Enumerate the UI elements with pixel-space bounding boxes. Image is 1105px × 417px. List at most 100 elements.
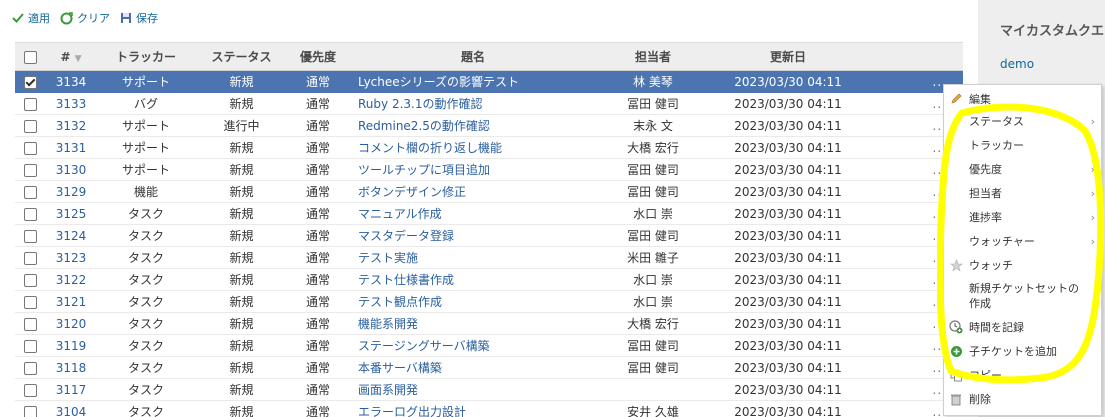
issue-id-link[interactable]: 3123 [45,246,97,269]
issue-id-link[interactable]: 3131 [45,136,97,159]
issue-id-link[interactable]: 3118 [45,356,97,379]
issue-subject-link[interactable]: 画面系開発 [348,378,598,401]
column-header-updated[interactable]: 更新日 [708,42,868,71]
context-menu-add-subtask[interactable]: 子チケットを追加 [944,341,1101,361]
apply-button[interactable]: 適用 [12,10,50,26]
select-all-checkbox-cell[interactable] [15,42,45,71]
table-row[interactable]: 3121 タスク 新規 通常 テスト観点作成 水口 崇 2023/03/30 04:11..… [15,290,963,313]
table-row[interactable]: 3129 機能 新規 通常 ボタンデザイン修正 冨田 健司 2023/03/30 04:11… [15,180,963,203]
row-checkbox-cell[interactable] [15,312,45,335]
table-row[interactable]: 3123 タスク 新規 通常 テスト実施 米田 雛子 2023/03/30 04:11... [15,246,963,269]
table-row[interactable]: 3125 タスク 新規 通常 マニュアル作成 水口 崇 2023/03/30 04:11..… [15,202,963,225]
table-row[interactable]: 3117 タスク 新規 通常 画面系開発 2023/03/30 04:11... [15,378,963,401]
table-row[interactable]: 3122 タスク 新規 通常 テスト仕様書作成 水口 崇 2023/03/30 04:11.… [15,268,963,291]
issue-subject-link[interactable]: マニュアル作成 [348,202,598,225]
issue-subject-link[interactable]: テスト仕様書作成 [348,268,598,291]
context-menu-new-ticket-set[interactable]: 新規チケットセットの作成 [944,279,1101,313]
row-checkbox-cell[interactable] [15,180,45,203]
row-checkbox-cell[interactable] [15,334,45,357]
issue-id-link[interactable]: 3133 [45,92,97,115]
issue-subject-link[interactable]: Ruby 2.3.1の動作確認 [348,92,598,115]
issue-id-link[interactable]: 3130 [45,158,97,181]
context-menu-watcher[interactable]: ウォッチャー › [944,231,1101,251]
row-checkbox[interactable] [23,229,37,243]
issue-subject-link[interactable]: コメント欄の折り返し機能 [348,136,598,159]
row-checkbox[interactable] [23,163,37,177]
issue-subject-link[interactable]: 本番サーバ構築 [348,356,598,379]
issue-id-link[interactable]: 3125 [45,202,97,225]
row-checkbox[interactable] [23,383,37,397]
row-checkbox[interactable] [23,141,37,155]
row-checkbox[interactable] [23,119,37,133]
issue-id-link[interactable]: 3122 [45,268,97,291]
column-header-tracker[interactable]: トラッカー [97,42,195,71]
issue-id-link[interactable]: 3132 [45,114,97,137]
column-header-status[interactable]: ステータス [195,42,288,71]
table-row[interactable]: 3124 タスク 新規 通常 マスタデータ登録 冨田 健司 2023/03/30 04:11… [15,224,963,247]
row-checkbox[interactable] [23,405,37,417]
row-checkbox-cell[interactable] [15,70,45,93]
issue-subject-link[interactable]: Redmine2.5の動作確認 [348,114,598,137]
table-row[interactable]: 3133 バグ 新規 通常 Ruby 2.3.1の動作確認 冨田 健司 2023/03/30… [15,92,963,115]
row-checkbox-cell[interactable] [15,400,45,417]
row-checkbox[interactable] [23,185,37,199]
row-checkbox-cell[interactable] [15,202,45,225]
issue-id-link[interactable]: 3124 [45,224,97,247]
save-button[interactable]: 保存 [120,10,158,26]
table-row[interactable]: 3120 タスク 新規 通常 機能系開発 大橋 宏行 2023/03/30 04:11... [15,312,963,335]
row-checkbox-cell[interactable] [15,92,45,115]
row-checkbox-cell[interactable] [15,378,45,401]
row-checkbox-cell[interactable] [15,136,45,159]
select-all-checkbox[interactable] [23,50,37,64]
issue-id-link[interactable]: 3134 [45,70,97,93]
table-row[interactable]: 3132 サポート 進行中 通常 Redmine2.5の動作確認 末永 文 2023/03/… [15,114,963,137]
sidebar-query-link[interactable]: demo [1000,57,1105,71]
issue-subject-link[interactable]: ボタンデザイン修正 [348,180,598,203]
issue-subject-link[interactable]: Lycheeシリーズの影響テスト [348,70,598,93]
table-row[interactable]: 3131 サポート 新規 通常 コメント欄の折り返し機能 大橋 宏行 2023/03/30 … [15,136,963,159]
row-checkbox-cell[interactable] [15,356,45,379]
table-row[interactable]: 3119 タスク 新規 通常 ステージングサーバ構築 冨田 健司 2023/03/30 04… [15,334,963,357]
row-checkbox[interactable] [23,251,37,265]
context-menu-tracker[interactable]: トラッカー › [944,135,1101,155]
row-checkbox[interactable] [23,207,37,221]
issue-subject-link[interactable]: マスタデータ登録 [348,224,598,247]
issue-id-link[interactable]: 3120 [45,312,97,335]
context-menu-copy[interactable]: コピー [944,365,1101,385]
context-menu-progress[interactable]: 進捗率 › [944,207,1101,227]
row-checkbox-cell[interactable] [15,246,45,269]
issue-subject-link[interactable]: 機能系開発 [348,312,598,335]
issue-id-link[interactable]: 3119 [45,334,97,357]
table-row[interactable]: 3104 タスク 新規 通常 エラーログ出力設計 安井 久雄 2023/03/30 04:1… [15,400,963,417]
column-header-assignee[interactable]: 担当者 [598,42,708,71]
row-checkbox[interactable] [23,75,37,89]
context-menu-assignee[interactable]: 担当者 › [944,183,1101,203]
row-checkbox[interactable] [23,339,37,353]
issue-id-link[interactable]: 3129 [45,180,97,203]
context-menu-watch[interactable]: ウォッチ [944,255,1101,275]
context-menu-log-time[interactable]: 時間を記録 [944,317,1101,337]
issue-subject-link[interactable]: ステージングサーバ構築 [348,334,598,357]
column-header-subject[interactable]: 題名 [348,42,598,71]
issue-subject-link[interactable]: エラーログ出力設計 [348,400,598,417]
row-checkbox-cell[interactable] [15,224,45,247]
table-row[interactable]: 3118 タスク 新規 通常 本番サーバ構築 冨田 健司 2023/03/30 04:11.… [15,356,963,379]
table-row[interactable]: 3134 サポート 新規 通常 Lycheeシリーズの影響テスト林 美琴 2023/03/… [15,70,963,93]
issue-id-link[interactable]: 3121 [45,290,97,313]
issue-id-link[interactable]: 3117 [45,378,97,401]
issue-subject-link[interactable]: ツールチップに項目追加 [348,158,598,181]
issue-subject-link[interactable]: テスト実施 [348,246,598,269]
row-checkbox[interactable] [23,97,37,111]
row-checkbox[interactable] [23,317,37,331]
row-checkbox-cell[interactable] [15,158,45,181]
row-checkbox[interactable] [23,295,37,309]
column-header-id[interactable]: # ▼ [45,42,97,71]
row-checkbox-cell[interactable] [15,268,45,291]
clear-button[interactable]: クリア [60,10,110,26]
row-checkbox[interactable] [23,273,37,287]
column-header-priority[interactable]: 優先度 [288,42,348,71]
context-menu-priority[interactable]: 優先度 › [944,159,1101,179]
row-checkbox-cell[interactable] [15,290,45,313]
issue-id-link[interactable]: 3104 [45,400,97,417]
context-menu-edit[interactable]: 編集 [944,89,1101,109]
